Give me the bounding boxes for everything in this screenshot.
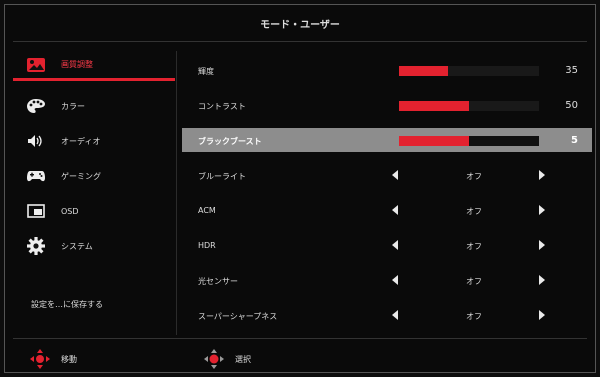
sidebar-item-color[interactable]: カラー — [13, 91, 175, 121]
sidebar-item-label: オーディオ — [61, 136, 101, 146]
move-hint: 移動 — [29, 348, 77, 370]
arrow-right-icon[interactable] — [539, 205, 545, 215]
setting-value: オフ — [466, 172, 482, 181]
footer-divider — [13, 338, 587, 339]
palette-icon — [25, 97, 47, 115]
sidebar-item-system[interactable]: システム — [13, 231, 175, 261]
arrow-right-icon[interactable] — [539, 170, 545, 180]
super-sharpness-row[interactable]: スーパーシャープネス オフ — [182, 303, 592, 327]
hdr-row[interactable]: HDR オフ — [182, 233, 592, 257]
setting-label: スーパーシャープネス — [198, 312, 278, 321]
gear-icon — [25, 237, 47, 255]
sidebar-item-picture[interactable]: 画質調整 — [13, 51, 175, 81]
sidebar-item-gaming[interactable]: ゲーミング — [13, 161, 175, 191]
dpad-move-icon — [30, 349, 50, 369]
arrow-left-icon[interactable] — [392, 310, 398, 320]
select-hint-label: 選択 — [235, 354, 251, 364]
sidebar-item-osd[interactable]: OSD — [13, 196, 175, 226]
setting-label: 光センサー — [198, 277, 238, 286]
arrow-left-icon[interactable] — [392, 170, 398, 180]
setting-label: ACM — [198, 206, 216, 215]
black-boost-row[interactable]: ブラックブースト 5 — [182, 128, 592, 152]
monitor-screen: モード・ユーザー 画質調整 カラー オーディオ ゲーミング OSD システム 設… — [0, 0, 600, 377]
save-settings-link[interactable]: 設定を…に保存する — [31, 299, 103, 310]
brightness-slider[interactable] — [399, 66, 539, 76]
acm-row[interactable]: ACM オフ — [182, 198, 592, 222]
sidebar: 画質調整 カラー オーディオ ゲーミング OSD システム — [13, 51, 175, 321]
picture-icon — [25, 56, 47, 74]
gamepad-icon — [25, 167, 47, 185]
contrast-slider[interactable] — [399, 101, 539, 111]
speaker-icon — [25, 132, 47, 150]
sidebar-item-audio[interactable]: オーディオ — [13, 126, 175, 156]
setting-label: 輝度 — [198, 67, 214, 76]
setting-value: オフ — [466, 312, 482, 321]
arrow-right-icon[interactable] — [539, 310, 545, 320]
arrow-left-icon[interactable] — [392, 240, 398, 250]
select-hint: 選択 — [203, 348, 251, 370]
settings-panel: 輝度 35 コントラスト 50 ブラックブースト 5 ブルーライト オフ ACM… — [182, 58, 592, 328]
setting-value: オフ — [466, 277, 482, 286]
setting-value: 5 — [571, 135, 578, 146]
black-boost-slider-fill — [399, 136, 469, 146]
panel-divider — [176, 51, 177, 335]
setting-value: オフ — [466, 207, 482, 216]
blue-light-row[interactable]: ブルーライト オフ — [182, 163, 592, 187]
setting-label: ブルーライト — [198, 172, 246, 181]
menu-title: モード・ユーザー — [260, 19, 340, 31]
dpad-select-icon — [204, 349, 224, 369]
black-boost-slider[interactable] — [399, 136, 539, 146]
sidebar-item-label: 画質調整 — [61, 60, 93, 69]
move-hint-label: 移動 — [61, 354, 77, 364]
sidebar-item-label: ゲーミング — [61, 171, 101, 181]
arrow-right-icon[interactable] — [539, 275, 545, 285]
sidebar-item-label: カラー — [61, 101, 85, 111]
setting-value: 50 — [565, 100, 578, 111]
setting-label: ブラックブースト — [198, 137, 262, 146]
setting-value: オフ — [466, 242, 482, 251]
light-sensor-row[interactable]: 光センサー オフ — [182, 268, 592, 292]
osd-menu: モード・ユーザー 画質調整 カラー オーディオ ゲーミング OSD システム 設… — [4, 4, 596, 373]
title-divider — [13, 41, 587, 42]
setting-label: HDR — [198, 241, 216, 250]
osd-icon — [25, 202, 47, 220]
brightness-slider-fill — [399, 66, 448, 76]
sidebar-item-label: システム — [61, 241, 93, 251]
arrow-left-icon[interactable] — [392, 205, 398, 215]
setting-label: コントラスト — [198, 102, 246, 111]
brightness-row[interactable]: 輝度 35 — [182, 58, 592, 82]
setting-value: 35 — [565, 65, 578, 76]
arrow-left-icon[interactable] — [392, 275, 398, 285]
contrast-row[interactable]: コントラスト 50 — [182, 93, 592, 117]
sidebar-item-label: OSD — [61, 206, 79, 216]
arrow-right-icon[interactable] — [539, 240, 545, 250]
contrast-slider-fill — [399, 101, 469, 111]
